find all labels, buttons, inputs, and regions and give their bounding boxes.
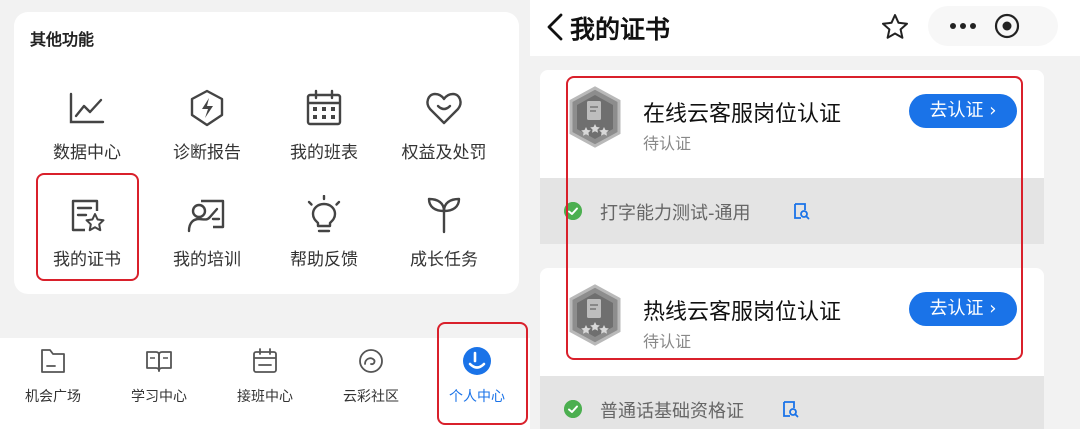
function-label: 成长任务 <box>410 250 478 270</box>
function-label: 我的班表 <box>290 143 358 163</box>
line-chart-icon <box>69 92 105 124</box>
folder-icon <box>41 349 65 373</box>
function-diagnosis-report[interactable]: 诊断报告 <box>147 88 267 178</box>
more-options-icon[interactable] <box>946 14 980 38</box>
function-label: 权益及处罚 <box>401 143 487 163</box>
function-label: 数据中心 <box>53 143 121 163</box>
calendar-icon <box>306 89 342 126</box>
highlight-box-personal-center <box>437 322 528 425</box>
page-title: 我的证书 <box>570 15 671 44</box>
function-rights-penalties[interactable]: 权益及处罚 <box>384 88 504 178</box>
function-label: 诊断报告 <box>173 143 241 163</box>
tab-shift-center[interactable]: 接班中心 <box>212 338 318 429</box>
tab-label: 接班中心 <box>237 389 293 405</box>
lightning-shield-icon <box>190 89 224 127</box>
heart-smile-icon <box>426 92 462 125</box>
sprout-icon <box>427 197 461 234</box>
tab-label: 机会广场 <box>25 389 81 405</box>
section-title: 其他功能 <box>30 30 95 49</box>
nav-bar: 我的证书 <box>530 0 1080 56</box>
star-favorite-icon[interactable] <box>880 12 910 42</box>
personal-center-panel: 其他功能 数据中心 诊断报告 我的班表 权益及处罚 我的证书 我的培训 帮助反馈… <box>0 0 530 429</box>
requirement-text: 普通话基础资格证 <box>600 401 744 422</box>
mini-program-capsule <box>928 6 1058 46</box>
check-circle-icon <box>564 400 582 418</box>
tab-cloud-community[interactable]: 云彩社区 <box>318 338 424 429</box>
calendar-icon <box>253 348 277 373</box>
highlight-box-certificates <box>36 173 139 281</box>
function-growth-tasks[interactable]: 成长任务 <box>384 195 504 285</box>
book-icon <box>146 351 172 372</box>
cloud-swirl-icon <box>359 349 383 373</box>
function-my-schedule[interactable]: 我的班表 <box>264 88 384 178</box>
document-search-icon[interactable] <box>781 400 799 418</box>
requirement-row[interactable]: 普通话基础资格证 <box>540 376 1044 429</box>
function-help-feedback[interactable]: 帮助反馈 <box>264 195 384 285</box>
lightbulb-icon <box>307 195 341 233</box>
tab-opportunity-square[interactable]: 机会广场 <box>0 338 106 429</box>
tab-learning-center[interactable]: 学习中心 <box>106 338 212 429</box>
my-certificates-page: 我的证书 在线云客服岗位认证 待认证 去认证 › 打字能力测试-通用 热线云客服… <box>530 0 1080 429</box>
function-data-center[interactable]: 数据中心 <box>27 88 147 178</box>
function-label: 我的培训 <box>173 250 241 270</box>
highlight-box-certificates-list <box>566 76 1023 360</box>
back-icon[interactable] <box>544 12 566 42</box>
tab-label: 学习中心 <box>131 389 187 405</box>
function-label: 帮助反馈 <box>290 250 358 270</box>
function-my-training[interactable]: 我的培训 <box>147 195 267 285</box>
tab-label: 云彩社区 <box>343 389 399 405</box>
trainer-board-icon <box>187 199 225 233</box>
close-target-icon[interactable] <box>994 13 1020 39</box>
